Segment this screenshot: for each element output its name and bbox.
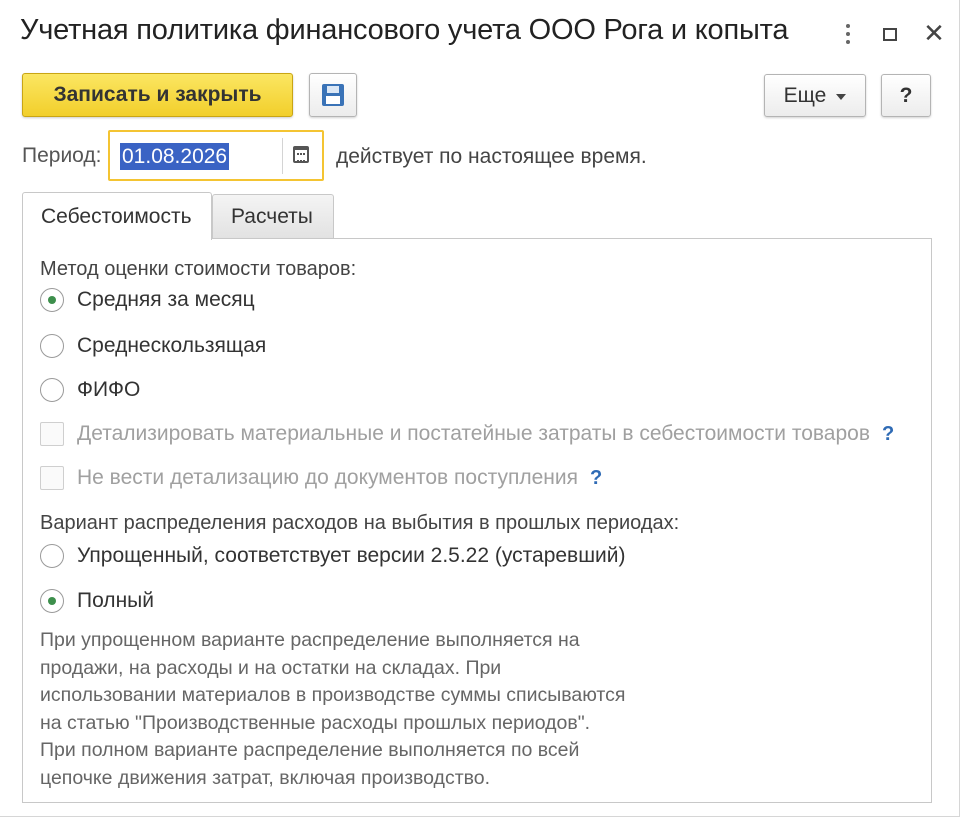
valuation-method-label: Метод оценки стоимости товаров: xyxy=(40,258,357,280)
calendar-icon[interactable] xyxy=(293,146,309,163)
distribution-description: При упрощенном варианте распределение вы… xyxy=(40,629,626,789)
tab-bar: Себестоимость Расчеты xyxy=(22,192,334,240)
more-button[interactable]: Еще xyxy=(764,74,866,117)
checkbox-no-receipt-detail: Не вести детализацию до документов посту… xyxy=(40,466,602,490)
accounting-policy-window: Учетная политика финансового учета ООО Р… xyxy=(0,0,960,817)
help-hint-icon[interactable]: ? xyxy=(882,423,894,446)
radio-button[interactable] xyxy=(40,589,64,613)
tab-settlements[interactable]: Расчеты xyxy=(212,194,334,239)
help-button[interactable]: ? xyxy=(881,74,931,117)
save-and-close-button[interactable]: Записать и закрыть xyxy=(22,73,293,117)
radio-button[interactable] xyxy=(40,378,64,402)
radio-label: Упрощенный, соответствует версии 2.5.22 … xyxy=(77,544,626,567)
period-date-field[interactable]: 01.08.2026 xyxy=(108,130,324,181)
chevron-down-icon xyxy=(836,93,847,100)
floppy-disk-icon xyxy=(322,84,344,106)
more-button-label: Еще xyxy=(783,83,827,107)
period-label: Период: xyxy=(22,144,102,167)
date-field-separator xyxy=(282,138,283,174)
help-hint-icon[interactable]: ? xyxy=(590,467,602,490)
radio-label: Средняя за месяц xyxy=(77,288,255,311)
radio-fifo[interactable]: ФИФО xyxy=(40,378,140,402)
period-date-value[interactable]: 01.08.2026 xyxy=(120,143,230,170)
distribution-variant-label: Вариант распределения расходов на выбыти… xyxy=(40,512,680,534)
radio-button[interactable] xyxy=(40,288,64,312)
radio-label: ФИФО xyxy=(77,378,141,401)
radio-label: Полный xyxy=(77,589,154,612)
radio-full[interactable]: Полный xyxy=(40,589,154,613)
radio-label: Среднескользящая xyxy=(77,334,267,357)
window-title: Учетная политика финансового учета ООО Р… xyxy=(20,14,789,46)
window-menu-icon[interactable] xyxy=(838,18,858,50)
radio-moving-average[interactable]: Среднескользящая xyxy=(40,334,266,358)
save-button[interactable] xyxy=(309,73,357,117)
maximize-icon[interactable] xyxy=(876,18,904,50)
radio-simplified[interactable]: Упрощенный, соответствует версии 2.5.22 … xyxy=(40,544,626,568)
radio-button[interactable] xyxy=(40,544,64,568)
checkbox xyxy=(40,466,64,490)
checkbox-label: Детализировать материальные и постатейны… xyxy=(77,422,870,445)
checkbox xyxy=(40,422,64,446)
radio-average-month[interactable]: Средняя за месяц xyxy=(40,288,255,312)
period-status-note: действует по настоящее время. xyxy=(336,145,647,168)
checkbox-label: Не вести детализацию до документов посту… xyxy=(77,466,578,489)
tab-cost[interactable]: Себестоимость xyxy=(22,192,212,240)
close-icon[interactable]: ✕ xyxy=(918,18,950,50)
radio-button[interactable] xyxy=(40,334,64,358)
checkbox-detail-costs: Детализировать материальные и постатейны… xyxy=(40,422,894,446)
